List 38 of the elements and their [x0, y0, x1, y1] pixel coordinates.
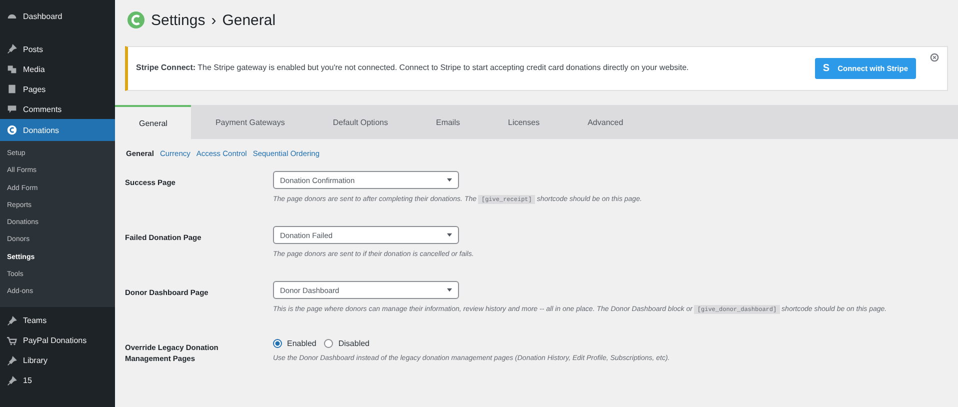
caret-icon [447, 178, 452, 182]
sidebar-item[interactable]: PayPal Donations [0, 330, 115, 351]
logo-icon [127, 11, 145, 29]
radio-option[interactable]: Enabled [273, 339, 316, 348]
sidebar-item[interactable]: Donations [0, 119, 115, 141]
settings-tab[interactable]: General [115, 105, 192, 139]
page-subtitle: General [222, 12, 276, 28]
pin-icon [7, 356, 17, 366]
page-title: Settings [151, 12, 206, 28]
radio-button[interactable] [273, 339, 282, 348]
radio-option[interactable]: Disabled [324, 339, 370, 348]
logo-icon [7, 125, 17, 135]
radio-button[interactable] [324, 339, 334, 348]
notice-text: Stripe Connect: The Stripe gateway is enabled but you're not connected. Connect to Stripe to start accepting credit card donations directly on your website. [136, 62, 690, 74]
settings-tab[interactable]: Emails [412, 105, 484, 139]
pages-icon [7, 84, 17, 94]
pin-icon [7, 316, 17, 326]
breadcrumb-separator: › [211, 12, 216, 28]
sidebar-item[interactable]: Dashboard [0, 6, 115, 26]
sidebar-item[interactable]: Library [0, 350, 115, 371]
sidebar-item[interactable]: Media [0, 59, 115, 79]
pin-icon [7, 376, 17, 386]
pin-icon [7, 44, 17, 54]
caret-icon [447, 233, 452, 237]
sidebar-item[interactable]: Teams [0, 310, 115, 331]
settings-tab[interactable]: Default Options [308, 105, 412, 139]
sidebar-item[interactable]: 15 [0, 370, 115, 391]
media-icon [7, 64, 17, 74]
settings-tab[interactable]: Licenses [484, 105, 564, 139]
comment-icon [7, 104, 17, 114]
settings-tab[interactable]: Advanced [564, 105, 648, 139]
cart-icon [7, 336, 17, 346]
settings-tab[interactable]: Payment Gateways [191, 105, 309, 139]
sidebar-item[interactable]: Posts [0, 39, 115, 59]
dismiss-icon[interactable] [930, 53, 939, 62]
caret-icon [447, 288, 452, 292]
sidebar-item[interactable]: Comments [0, 99, 115, 119]
sidebar-item[interactable]: Pages [0, 79, 115, 99]
